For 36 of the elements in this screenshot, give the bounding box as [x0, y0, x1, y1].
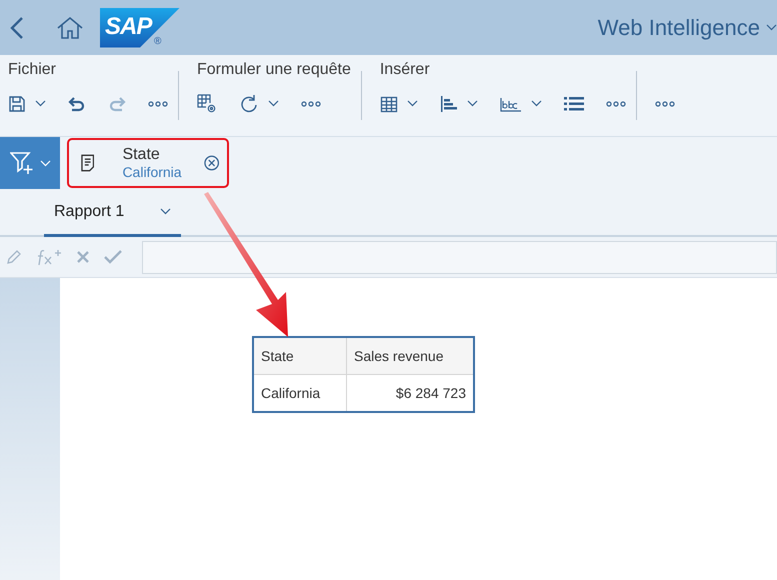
column-header: State	[253, 337, 346, 374]
more-icon[interactable]	[606, 100, 626, 107]
logo: SAP ®	[100, 8, 180, 48]
caret-icon[interactable]	[466, 100, 478, 108]
group-label: Formuler une requête	[197, 61, 351, 80]
caret-icon[interactable]	[160, 208, 172, 215]
filter-field: State	[122, 146, 190, 164]
group-label: Fichier	[8, 61, 58, 80]
refresh-icon[interactable]	[239, 94, 259, 114]
undo-icon[interactable]	[68, 94, 86, 113]
caret-icon[interactable]	[406, 100, 418, 108]
list-icon[interactable]	[564, 96, 584, 112]
grid-gear-icon[interactable]	[197, 94, 217, 114]
bar-chart-icon[interactable]	[440, 94, 458, 113]
column-header: Sales revenue	[346, 337, 474, 374]
group-label: Insérer	[380, 61, 431, 80]
remove-icon[interactable]	[204, 155, 219, 171]
caret-icon[interactable]	[35, 100, 46, 108]
back-icon[interactable]	[10, 16, 24, 40]
app-title[interactable]: Web Intelligence	[598, 14, 760, 40]
save-icon[interactable]	[8, 94, 26, 113]
add-filter-button[interactable]	[0, 137, 60, 189]
filter-chip[interactable]: State California	[67, 138, 229, 188]
caret-icon[interactable]	[268, 100, 279, 108]
caret-icon[interactable]	[530, 100, 542, 108]
text-box-icon[interactable]	[500, 96, 522, 112]
filter-plus-icon	[10, 151, 34, 175]
home-icon[interactable]	[56, 16, 84, 40]
more-icon[interactable]	[654, 100, 675, 107]
formula-field[interactable]	[142, 240, 777, 274]
table-icon[interactable]	[380, 94, 398, 113]
filter-value: California	[122, 164, 183, 180]
more-icon[interactable]	[301, 100, 321, 107]
more-icon[interactable]	[148, 100, 168, 107]
document-icon	[81, 154, 94, 172]
caret-icon[interactable]	[766, 24, 777, 31]
